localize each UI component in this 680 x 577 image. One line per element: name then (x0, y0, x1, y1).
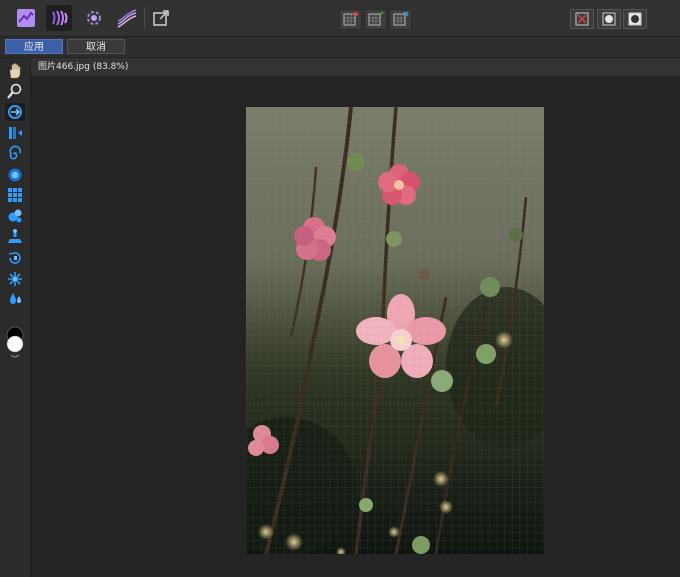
develop-persona-icon[interactable] (13, 5, 39, 31)
freeze-icon[interactable] (5, 228, 25, 246)
reconstruct-icon[interactable] (5, 249, 25, 267)
mesh-grid-icon[interactable] (5, 186, 25, 204)
pinch-icon[interactable] (5, 166, 25, 184)
curves-persona-icon[interactable] (114, 5, 140, 31)
export-persona-icon[interactable] (148, 5, 174, 31)
liquify-mesh-overlay (246, 107, 544, 554)
mesh-clip-icon[interactable] (339, 9, 362, 30)
show-mask-icon[interactable] (597, 9, 621, 29)
tools-panel (0, 58, 31, 577)
document-tab-bar: 图片466.jpg (83.8%) (31, 58, 680, 77)
action-bar: 应用 取消 (0, 37, 680, 58)
mesh-freeze-icon[interactable] (364, 9, 387, 30)
color-swatch[interactable] (5, 326, 25, 364)
liquify-persona-icon[interactable] (46, 5, 72, 31)
close-mask-icon[interactable] (570, 9, 594, 29)
tone-mapping-icon[interactable] (81, 5, 107, 31)
invert-mask-icon[interactable] (623, 9, 647, 29)
apply-button[interactable]: 应用 (5, 39, 63, 54)
push-left-icon[interactable] (5, 124, 25, 142)
top-toolbar (0, 0, 680, 37)
turbulence-icon[interactable] (5, 207, 25, 225)
document-tab-title[interactable]: 图片466.jpg (83.8%) (38, 61, 128, 73)
canvas-area[interactable] (31, 77, 680, 577)
push-forward-icon[interactable] (5, 103, 25, 121)
mesh-pin-icon[interactable] (5, 270, 25, 288)
hand-icon[interactable] (5, 62, 25, 80)
photo-image (246, 107, 544, 554)
toolbar-separator (144, 7, 145, 29)
melt-icon[interactable] (5, 290, 25, 308)
mesh-reset-icon[interactable] (389, 9, 412, 30)
photo-canvas[interactable] (246, 107, 544, 554)
twirl-icon[interactable] (5, 145, 25, 163)
cancel-button[interactable]: 取消 (67, 39, 125, 54)
zoom-icon[interactable] (5, 82, 25, 100)
